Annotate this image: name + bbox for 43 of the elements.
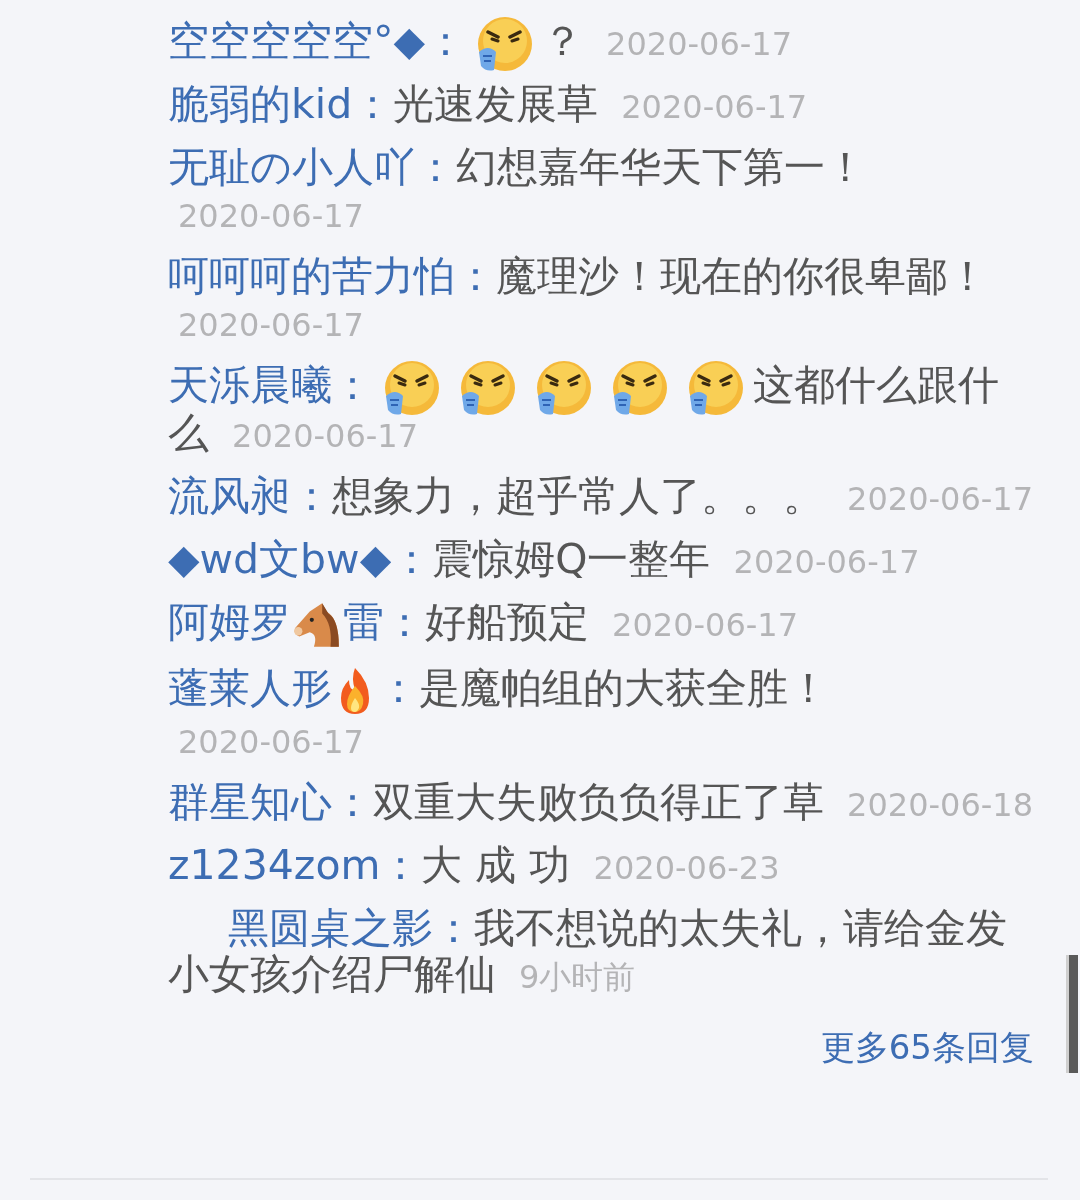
reply-text: 这都什么跟什 xyxy=(753,361,999,409)
user-name[interactable]: 无耻の小人吖： xyxy=(168,143,456,191)
user-name[interactable]: ： xyxy=(378,664,419,712)
reply-text: 双重大失败负负得正了草 xyxy=(373,778,824,826)
user-name[interactable]: 空空空空空°◆ xyxy=(168,17,426,65)
reply-time: 2020-06-17 xyxy=(847,480,1033,518)
reply-time: 9小时前 xyxy=(519,958,636,996)
user-name[interactable]: 呵呵呵的苦力怕： xyxy=(168,252,496,300)
reply-time: 2020-06-17 xyxy=(621,88,808,126)
reply-text: 魔理沙！现在的你很卑鄙！ xyxy=(496,252,988,300)
reply-text: 光速发展草 xyxy=(393,80,599,128)
reply-text: 好船预定 xyxy=(425,598,589,646)
reply-text: 么 xyxy=(168,409,209,457)
reply-time: 2020-06-23 xyxy=(593,849,780,887)
reply-text: 小女孩介绍尸解仙 xyxy=(168,950,496,998)
user-name[interactable]: ： xyxy=(425,17,467,65)
user-name[interactable]: 脆弱的kid： xyxy=(168,80,394,128)
scrollbar[interactable] xyxy=(1066,955,1078,1073)
reply-time: 2020-06-17 xyxy=(733,543,920,581)
user-name[interactable]: ◆wd文bw◆： xyxy=(168,535,433,583)
more-replies-link[interactable]: 更多65条回复 xyxy=(820,1022,1034,1073)
reply-text: 我不想说的太失礼，请给金发 xyxy=(474,904,1007,952)
user-name[interactable]: 蓬莱人形 xyxy=(168,664,332,712)
reply-text: 大 成 功 xyxy=(421,841,571,889)
user-name[interactable]: 流风昶： xyxy=(168,472,332,520)
user-name[interactable]: 群星知心： xyxy=(168,778,373,826)
reply-time: 2020-06-17 xyxy=(178,306,364,344)
reply-text: ？ xyxy=(542,17,584,65)
reply-time: 2020-06-17 xyxy=(612,606,798,644)
user-name[interactable]: 阿姆罗 xyxy=(168,598,291,646)
reply-text: 想象力，超乎常人了。。。 xyxy=(332,472,824,520)
reply-text: 是魔帕组的大获全胜！ xyxy=(419,664,829,712)
reply-time: 2020-06-17 xyxy=(178,197,364,235)
reply-time: 2020-06-17 xyxy=(178,723,364,761)
reply-text: 幻想嘉年华天下第一！ xyxy=(456,143,866,191)
reply-time: 2020-06-18 xyxy=(847,786,1033,824)
reply-text: 震惊姆Q一整年 xyxy=(432,535,711,583)
user-name[interactable]: 黑圆桌之影： xyxy=(228,904,474,952)
user-name[interactable]: 雷： xyxy=(343,598,425,646)
user-name[interactable]: z1234zom： xyxy=(168,841,422,889)
reply-time: 2020-06-17 xyxy=(606,25,793,63)
user-name[interactable]: 天泺晨曦： xyxy=(168,361,373,409)
reply-time: 2020-06-17 xyxy=(232,417,418,455)
